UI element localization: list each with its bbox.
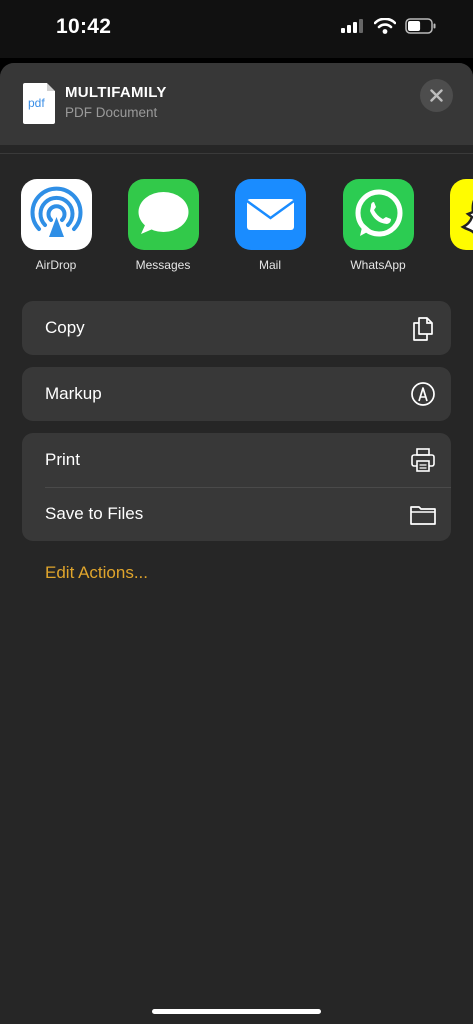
share-app-label: AirDrop xyxy=(35,258,77,272)
home-indicator xyxy=(152,1009,321,1014)
print-save-group: Print Save to Files xyxy=(22,433,451,541)
share-app-label: WhatsApp xyxy=(350,258,406,272)
status-bar: 10:42 xyxy=(0,0,473,58)
mail-icon xyxy=(234,179,306,250)
folder-icon xyxy=(410,506,436,525)
cellular-signal-icon xyxy=(341,19,363,33)
close-icon xyxy=(430,89,443,102)
share-sheet: pdf MULTIFAMILY PDF Document AirDrop Mes… xyxy=(0,63,473,1024)
markup-group: Markup xyxy=(22,367,451,421)
markup-icon xyxy=(411,382,435,406)
print-label: Print xyxy=(45,450,80,469)
share-app-messages[interactable]: Messages xyxy=(118,179,208,272)
share-app-label: Sn xyxy=(440,258,473,272)
status-icons xyxy=(341,18,437,34)
airdrop-icon xyxy=(20,179,92,250)
edit-actions-link[interactable]: Edit Actions... xyxy=(45,563,148,583)
copy-group: Copy xyxy=(22,301,451,355)
app-share-row: AirDrop Messages Mail WhatsApp xyxy=(0,179,473,279)
print-action[interactable]: Print xyxy=(22,433,451,488)
share-app-snapchat[interactable]: Sn xyxy=(440,179,473,272)
save-to-files-label: Save to Files xyxy=(45,504,144,523)
share-app-airdrop[interactable]: AirDrop xyxy=(11,179,101,272)
copy-label: Copy xyxy=(45,318,85,337)
share-sheet-header: pdf MULTIFAMILY PDF Document xyxy=(0,63,473,145)
save-to-files-action[interactable]: Save to Files xyxy=(22,487,451,541)
snapchat-icon xyxy=(449,179,473,250)
status-time: 10:42 xyxy=(56,15,112,38)
share-app-label: Messages xyxy=(135,258,191,272)
close-button[interactable] xyxy=(420,79,453,112)
messages-icon xyxy=(127,179,199,250)
markup-action[interactable]: Markup xyxy=(22,367,451,421)
document-title: MULTIFAMILY xyxy=(65,84,167,101)
share-app-label: Mail xyxy=(258,258,281,272)
copy-icon xyxy=(413,317,433,341)
document-subtitle: PDF Document xyxy=(65,105,158,120)
share-app-whatsapp[interactable]: WhatsApp xyxy=(333,179,423,272)
markup-label: Markup xyxy=(45,384,102,403)
share-app-mail[interactable]: Mail xyxy=(225,179,315,272)
printer-icon xyxy=(411,448,435,472)
pdf-thumbnail-label: pdf xyxy=(28,96,45,110)
wifi-icon xyxy=(374,18,396,34)
battery-icon xyxy=(405,18,436,34)
copy-action[interactable]: Copy xyxy=(22,301,451,355)
pdf-thumbnail: pdf xyxy=(23,83,55,124)
header-divider xyxy=(0,153,473,154)
whatsapp-icon xyxy=(342,179,414,250)
